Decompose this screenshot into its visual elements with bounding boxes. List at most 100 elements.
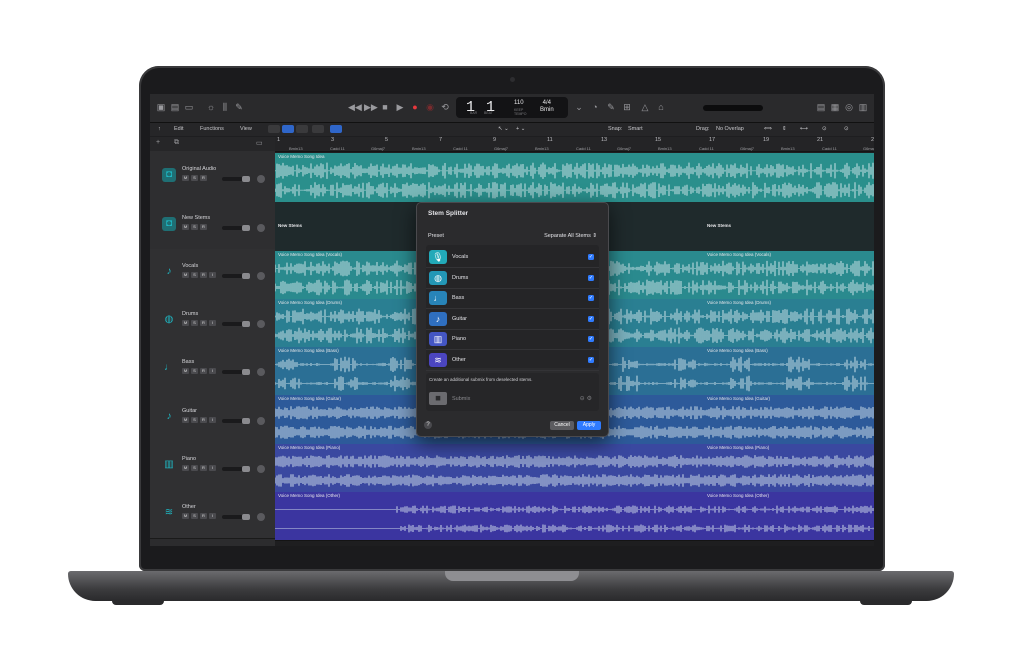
drag-select[interactable]: No Overlap (716, 126, 744, 132)
mute-button[interactable]: M (182, 465, 189, 471)
stem-row[interactable]: ♪ Guitar ✓ (426, 309, 599, 330)
track-region[interactable]: Voice Memo Song Idea (Other) Voice Memo S… (275, 492, 874, 541)
inspector-icon[interactable]: ▤ (170, 103, 180, 112)
track-header[interactable]: ◍ Drums M S R I (150, 297, 275, 346)
apply-button[interactable]: Apply (577, 421, 601, 430)
pan-knob[interactable] (257, 224, 265, 232)
global-tracks-icon[interactable]: ▭ (256, 139, 263, 147)
solo-button[interactable]: S (191, 224, 198, 230)
fader-knob[interactable] (242, 514, 250, 520)
cancel-button[interactable]: Cancel (550, 421, 574, 430)
toolbar-icon[interactable]: ▭ (184, 103, 194, 112)
flex-button[interactable] (312, 125, 324, 133)
stem-checkbox[interactable]: ✓ (588, 356, 594, 363)
pointer-tool-icon[interactable]: ↖ ⌄ (498, 126, 509, 132)
stem-checkbox[interactable]: ✓ (588, 295, 594, 301)
stem-checkbox[interactable]: ✓ (588, 254, 594, 260)
track-name[interactable]: New Stems (182, 215, 210, 221)
stem-row[interactable]: ▥ Piano ✓ (426, 329, 599, 350)
volume-fader[interactable] (222, 176, 250, 182)
cycle-icon[interactable]: ⟲ (440, 103, 450, 112)
volume-fader[interactable] (222, 369, 250, 375)
automation-button[interactable] (296, 125, 308, 133)
list-editors-icon[interactable]: ▤ (816, 103, 826, 112)
capture-record-icon[interactable]: ◉ (425, 103, 435, 112)
fader-knob[interactable] (242, 176, 250, 182)
solo-button[interactable]: S (191, 175, 198, 181)
mute-button[interactable]: M (182, 368, 189, 374)
track-header[interactable]: ≋ Other M S R I (150, 490, 275, 539)
volume-fader[interactable] (222, 321, 250, 327)
vertical-zoom-icon[interactable]: ⇕ (782, 126, 787, 132)
solo-button[interactable]: S (191, 368, 198, 374)
stem-row[interactable]: 🎙 Vocals ✓ (426, 247, 599, 268)
input-monitor-button[interactable]: I (209, 465, 216, 471)
solo-button[interactable]: S (191, 417, 198, 423)
mute-button[interactable]: M (182, 224, 189, 230)
track-header[interactable]: ♪ Vocals M S R I (150, 249, 275, 298)
minus-circle-icon[interactable]: ⊖ (580, 396, 587, 402)
fader-knob[interactable] (242, 273, 250, 279)
waveform-zoom-icon[interactable]: ⟺ (764, 126, 772, 132)
stem-checkbox[interactable]: ✓ (588, 315, 594, 322)
play-icon[interactable]: ▶ (395, 103, 405, 112)
volume-fader[interactable] (222, 418, 250, 424)
pan-knob[interactable] (257, 417, 265, 425)
mute-button[interactable]: M (182, 417, 189, 423)
snap-select[interactable]: Smart (628, 126, 643, 132)
metronome-icon[interactable]: △ (640, 103, 650, 112)
smart-controls-icon[interactable]: ☼ (206, 103, 216, 112)
add-track-icon[interactable]: + (156, 139, 160, 146)
stem-checkbox[interactable]: ✓ (588, 336, 594, 342)
record-enable-button[interactable]: R (200, 368, 207, 374)
pan-knob[interactable] (257, 368, 265, 376)
solo-button[interactable]: S (191, 465, 198, 471)
track-name[interactable]: Other (182, 504, 196, 510)
functions-menu[interactable]: Functions (200, 126, 224, 132)
track-header[interactable]: ◘ Original Audio M S R (150, 151, 275, 201)
volume-fader[interactable] (222, 466, 250, 472)
pan-knob[interactable] (257, 320, 265, 328)
library-icon[interactable]: ▣ (156, 103, 166, 112)
pan-knob[interactable] (257, 175, 265, 183)
editors-icon[interactable]: ✎ (234, 103, 244, 112)
view-menu[interactable]: View (240, 126, 252, 132)
zoom-slider-icon-2[interactable]: ⊙ (844, 126, 849, 132)
wrench-icon[interactable]: ✎ (606, 103, 616, 112)
track-region[interactable]: Voice Memo Song Idea (Piano) Voice Memo S… (275, 444, 874, 493)
browser-icon[interactable]: ▥ (858, 103, 868, 112)
stem-row[interactable]: ≋ Other ✓ (426, 350, 599, 371)
record-enable-button[interactable]: R (200, 272, 207, 278)
track-name[interactable]: Original Audio (182, 166, 216, 172)
fader-knob[interactable] (242, 418, 250, 424)
forward-icon[interactable]: ▶▶ (364, 103, 378, 112)
track-name[interactable]: Bass (182, 359, 194, 365)
chevron-down-icon[interactable]: ⌄ (574, 103, 584, 112)
loop-browser-icon[interactable]: ◎ (844, 103, 854, 112)
record-enable-button[interactable]: R (200, 417, 207, 423)
volume-fader[interactable] (222, 514, 250, 520)
help-button[interactable]: ? (424, 421, 432, 429)
lock-icon[interactable]: ⌂ (656, 103, 666, 112)
track-header[interactable]: ▥ Piano M S R I (150, 442, 275, 491)
record-enable-button[interactable]: R (200, 320, 207, 326)
input-monitor-button[interactable]: I (209, 320, 216, 326)
stem-row[interactable]: ◍ Drums ✓ (426, 268, 599, 289)
track-name[interactable]: Guitar (182, 408, 197, 414)
mute-button[interactable]: M (182, 175, 189, 181)
pan-knob[interactable] (257, 465, 265, 473)
pan-knob[interactable] (257, 513, 265, 521)
submix-controls[interactable]: ⊖⚙ (580, 395, 594, 402)
solo-button[interactable]: S (191, 513, 198, 519)
input-monitor-button[interactable]: I (209, 368, 216, 374)
tuner-icon[interactable]: ◔ (590, 103, 600, 112)
edit-menu[interactable]: Edit (174, 126, 183, 132)
notepad-icon[interactable]: ▦ (830, 103, 840, 112)
rewind-icon[interactable]: ◀◀ (348, 103, 362, 112)
fader-knob[interactable] (242, 225, 250, 231)
catch-button[interactable] (330, 125, 342, 133)
fader-knob[interactable] (242, 466, 250, 472)
mute-button[interactable]: M (182, 320, 189, 326)
grid-view-button[interactable] (282, 125, 294, 133)
track-name[interactable]: Piano (182, 456, 196, 462)
